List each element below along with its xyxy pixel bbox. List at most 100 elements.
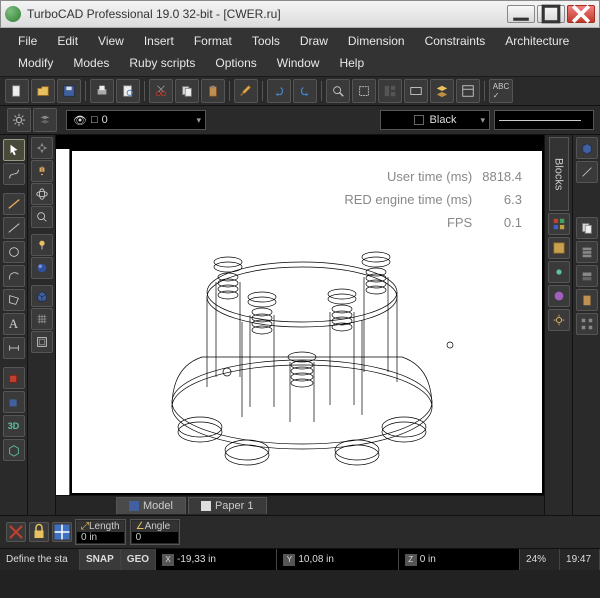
box2-tool-icon[interactable] (3, 391, 25, 413)
paste-r-icon[interactable] (576, 289, 598, 311)
menu-draw[interactable]: Draw (290, 30, 338, 52)
props-btn-icon[interactable] (548, 237, 570, 259)
eye-icon: 👁 (73, 114, 87, 127)
save-icon[interactable] (57, 79, 81, 103)
new-file-icon[interactable] (5, 79, 29, 103)
canvas-container: User time (ms)8818.4 RED engine time (ms… (56, 135, 544, 515)
status-bar: Define the sta SNAP GEO X-19,33 in Y10,0… (0, 548, 600, 570)
menu-insert[interactable]: Insert (134, 30, 184, 52)
render-tool-icon[interactable] (31, 257, 53, 279)
close-insp-icon[interactable] (6, 522, 26, 542)
orbit-tool-icon[interactable] (31, 183, 53, 205)
menu-file[interactable]: File (8, 30, 47, 52)
light-tool-icon[interactable] (31, 234, 53, 256)
3d2-tool-icon[interactable] (3, 439, 25, 461)
menu-options[interactable]: Options (205, 52, 266, 74)
spellcheck-icon[interactable]: ABC✓ (489, 79, 513, 103)
dimension-tool-icon[interactable] (3, 337, 25, 359)
geo-toggle[interactable]: GEO (121, 549, 156, 570)
model-icon (129, 501, 139, 511)
menu-tools[interactable]: Tools (242, 30, 290, 52)
brush-icon[interactable] (234, 79, 258, 103)
zoom-tool-icon[interactable] (31, 206, 53, 228)
coord-y[interactable]: Y10,08 in (277, 549, 398, 570)
app-icon (5, 6, 21, 22)
ruler-horizontal (56, 135, 544, 149)
menu-help[interactable]: Help (329, 52, 374, 74)
inspector-bar: ⤢Length 0 in ∠Angle 0 (0, 515, 600, 548)
zoom-level[interactable]: 24% (520, 549, 560, 570)
layers-icon[interactable] (430, 79, 454, 103)
copy-icon[interactable] (175, 79, 199, 103)
polyline-tool-icon[interactable] (3, 193, 25, 215)
properties-icon[interactable] (456, 79, 480, 103)
shell-tool-icon[interactable] (31, 331, 53, 353)
print-icon[interactable] (90, 79, 114, 103)
blocks-tab[interactable]: Blocks (549, 137, 569, 211)
cube-icon[interactable] (576, 137, 598, 159)
color-dropdown[interactable]: Black (380, 110, 490, 130)
close-button[interactable] (567, 5, 595, 23)
redo-icon[interactable] (293, 79, 317, 103)
print-preview-icon[interactable] (116, 79, 140, 103)
curve-tool-icon[interactable] (3, 163, 25, 185)
tab-model[interactable]: Model (116, 497, 186, 514)
materials-btn-icon[interactable] (548, 285, 570, 307)
layout-icon[interactable] (378, 79, 402, 103)
stack2-r-icon[interactable] (576, 265, 598, 287)
menu-constraints[interactable]: Constraints (415, 30, 496, 52)
layer-dropdown[interactable]: 👁 □ 0 (66, 110, 206, 130)
paste-icon[interactable] (201, 79, 225, 103)
box3d-tool-icon[interactable] (31, 285, 53, 307)
3d-tool-icon[interactable]: 3D (3, 415, 25, 437)
menu-modify[interactable]: Modify (8, 52, 63, 74)
open-file-icon[interactable] (31, 79, 55, 103)
region-tool-icon[interactable] (3, 289, 25, 311)
cut-icon[interactable] (149, 79, 173, 103)
minimize-button[interactable] (507, 5, 535, 23)
gear2-icon[interactable] (548, 309, 570, 331)
menu-ruby[interactable]: Ruby scripts (119, 52, 205, 74)
status-hint: Define the sta (0, 549, 80, 570)
menu-dimension[interactable]: Dimension (338, 30, 415, 52)
text-tool-icon[interactable]: A (3, 313, 25, 335)
coord-z[interactable]: Z0 in (399, 549, 520, 570)
view-icon[interactable] (404, 79, 428, 103)
pointer-tool-icon[interactable] (3, 139, 25, 161)
tab-paper1[interactable]: Paper 1 (188, 497, 267, 514)
snap-toggle[interactable]: SNAP (80, 549, 121, 570)
arr-r-icon[interactable] (576, 313, 598, 335)
maximize-button[interactable] (537, 5, 565, 23)
menu-window[interactable]: Window (267, 52, 330, 74)
circle-tool-icon[interactable] (3, 241, 25, 263)
palette-btn-icon[interactable] (548, 213, 570, 235)
menu-edit[interactable]: Edit (47, 30, 88, 52)
layers2-icon[interactable] (33, 108, 57, 132)
menu-architecture[interactable]: Architecture (495, 30, 579, 52)
box-tool-icon[interactable] (3, 367, 25, 389)
copy-r-icon[interactable] (576, 217, 598, 239)
arc-tool-icon[interactable] (3, 265, 25, 287)
select-icon[interactable] (352, 79, 376, 103)
handle-btn-icon[interactable] (548, 261, 570, 283)
angle-field[interactable]: ∠Angle 0 (130, 519, 180, 545)
wireframe-model (132, 207, 472, 487)
zoom-icon[interactable] (326, 79, 350, 103)
mesh-tool-icon[interactable] (31, 308, 53, 330)
stack-r-icon[interactable] (576, 241, 598, 263)
gear-icon[interactable] (7, 108, 31, 132)
lock-insp-icon[interactable] (29, 522, 49, 542)
undo-icon[interactable] (267, 79, 291, 103)
line-r-icon[interactable] (576, 161, 598, 183)
line-tool-icon[interactable] (3, 217, 25, 239)
length-field[interactable]: ⤢Length 0 in (75, 519, 126, 545)
menu-format[interactable]: Format (184, 30, 242, 52)
menu-modes[interactable]: Modes (63, 52, 119, 74)
nav-tool-icon[interactable] (31, 137, 53, 159)
coord-x[interactable]: X-19,33 in (156, 549, 277, 570)
linetype-dropdown[interactable] (494, 110, 594, 130)
menu-view[interactable]: View (88, 30, 134, 52)
pan-tool-icon[interactable] (31, 160, 53, 182)
drawing-canvas[interactable]: User time (ms)8818.4 RED engine time (ms… (72, 151, 542, 493)
grid-insp-icon[interactable] (52, 522, 72, 542)
